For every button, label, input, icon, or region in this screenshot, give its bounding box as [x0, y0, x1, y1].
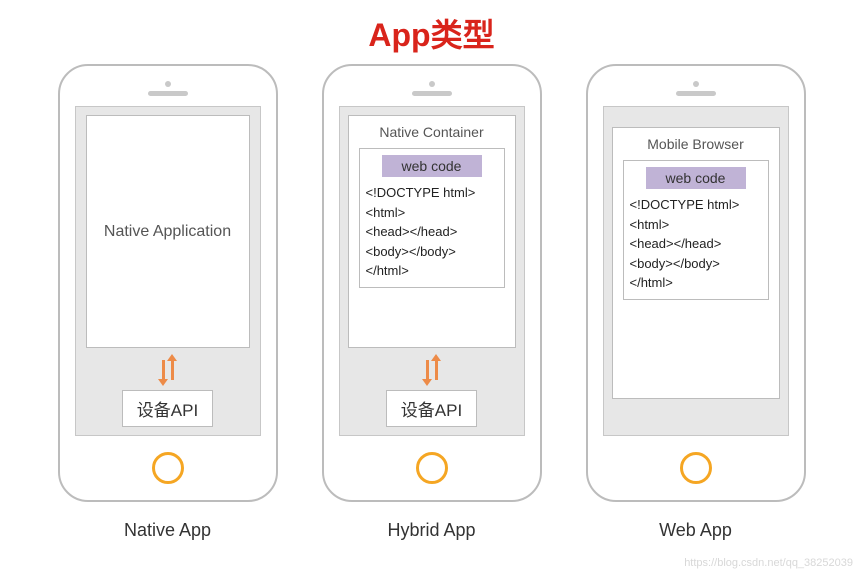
- code-box: web code <!DOCTYPE html> <html> <head></…: [359, 148, 505, 288]
- phone-native: Native Application 设备API Native App: [58, 64, 278, 541]
- home-button-icon: [680, 452, 712, 484]
- phone-top: [588, 66, 804, 106]
- phones-row: Native Application 设备API Native App Nati…: [0, 64, 863, 541]
- phone-frame: Native Container web code <!DOCTYPE html…: [322, 64, 542, 502]
- code-line: <body></body>: [630, 254, 762, 274]
- arrow-up-icon: [171, 360, 174, 380]
- camera-icon: [165, 81, 171, 87]
- phone-caption: Web App: [659, 520, 732, 541]
- camera-icon: [429, 81, 435, 87]
- code-lines: <!DOCTYPE html> <html> <head></head> <bo…: [624, 193, 768, 299]
- phone-caption: Native App: [124, 520, 211, 541]
- phone-caption: Hybrid App: [387, 520, 475, 541]
- native-container-box: Native Container web code <!DOCTYPE html…: [348, 115, 516, 348]
- phone-web: Mobile Browser web code <!DOCTYPE html> …: [586, 64, 806, 541]
- arrows-icon: [162, 354, 174, 386]
- speaker-icon: [148, 91, 188, 96]
- speaker-icon: [412, 91, 452, 96]
- device-api-button: 设备API: [122, 390, 213, 427]
- home-button-icon: [416, 452, 448, 484]
- code-lines: <!DOCTYPE html> <html> <head></head> <bo…: [360, 181, 504, 287]
- phone-top: [324, 66, 540, 106]
- code-line: <body></body>: [366, 242, 498, 262]
- phone-screen: Mobile Browser web code <!DOCTYPE html> …: [603, 106, 789, 436]
- code-line: <html>: [366, 203, 498, 223]
- web-code-label: web code: [646, 167, 746, 189]
- code-line: <!DOCTYPE html>: [630, 195, 762, 215]
- container-title: Mobile Browser: [647, 136, 743, 152]
- code-line: <head></head>: [630, 234, 762, 254]
- code-box: web code <!DOCTYPE html> <html> <head></…: [623, 160, 769, 300]
- camera-icon: [693, 81, 699, 87]
- device-api-button: 设备API: [386, 390, 477, 427]
- phone-hybrid: Native Container web code <!DOCTYPE html…: [322, 64, 542, 541]
- container-title: Native Container: [379, 124, 483, 140]
- watermark-text: https://blog.csdn.net/qq_38252039: [684, 557, 853, 569]
- speaker-icon: [676, 91, 716, 96]
- arrow-down-icon: [162, 360, 165, 380]
- web-code-label: web code: [382, 155, 482, 177]
- mobile-browser-box: Mobile Browser web code <!DOCTYPE html> …: [612, 127, 780, 399]
- arrows-icon: [426, 354, 438, 386]
- arrow-down-icon: [426, 360, 429, 380]
- arrow-up-icon: [435, 360, 438, 380]
- native-application-box: Native Application: [86, 115, 250, 348]
- phone-screen: Native Container web code <!DOCTYPE html…: [339, 106, 525, 436]
- diagram-title: App类型: [0, 0, 863, 64]
- code-line: </html>: [366, 261, 498, 281]
- code-line: </html>: [630, 273, 762, 293]
- code-line: <html>: [630, 215, 762, 235]
- home-button-icon: [152, 452, 184, 484]
- phone-screen: Native Application 设备API: [75, 106, 261, 436]
- phone-frame: Native Application 设备API: [58, 64, 278, 502]
- code-line: <head></head>: [366, 222, 498, 242]
- phone-top: [60, 66, 276, 106]
- phone-frame: Mobile Browser web code <!DOCTYPE html> …: [586, 64, 806, 502]
- code-line: <!DOCTYPE html>: [366, 183, 498, 203]
